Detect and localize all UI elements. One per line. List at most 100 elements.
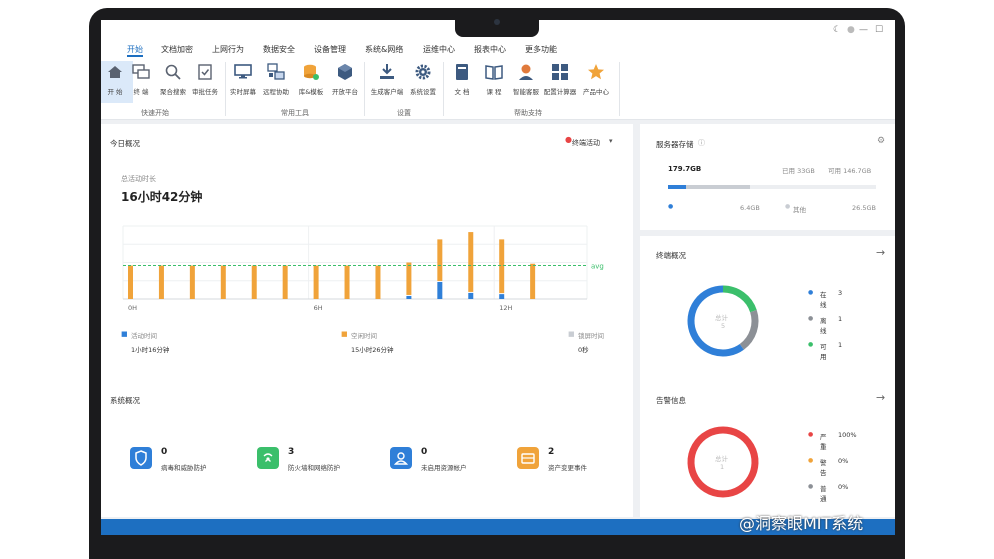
shield-icon [135, 450, 147, 466]
bar-idle [437, 239, 443, 281]
ribbon-settings-label: 系统设置 [410, 88, 436, 96]
storage-free: 可用 146.7GB [828, 167, 872, 175]
ribbon-docs-button[interactable]: 文 档 [444, 61, 480, 103]
menu-item-data-security[interactable]: 数据安全 [263, 44, 295, 55]
terminal-icon [132, 64, 150, 79]
bar-idle [251, 265, 257, 299]
chevron-down-icon[interactable]: ▾ [609, 137, 613, 145]
wifi-icon [263, 453, 273, 462]
ribbon-calculator-button[interactable]: 配置计算器 [542, 61, 578, 103]
window-control-dot[interactable]: ● [847, 25, 855, 35]
legend-available-dot: ● [808, 341, 814, 348]
search-icon [165, 64, 181, 80]
gear-icon[interactable]: ⚙ [877, 136, 885, 146]
legend-available-value: 1 [838, 341, 843, 349]
status-dot-icon: ● [565, 135, 572, 144]
asset-change-label[interactable]: 资产变更事件 [548, 462, 587, 472]
asset-change-count: 2 [548, 447, 555, 457]
ribbon-live-screen-button[interactable]: 实时屏幕 [225, 61, 261, 103]
ribbon-library-button[interactable]: 库&模板 [293, 61, 329, 103]
bar-idle [468, 232, 474, 292]
menu-item-doc-encryption[interactable]: 文档加密 [161, 44, 193, 55]
firewall-count: 3 [288, 447, 295, 457]
terminal-overview-title: 终端概况 [656, 251, 686, 260]
total-duration-value: 16小时42分钟 [121, 190, 203, 204]
asset-change-tile[interactable] [517, 447, 539, 469]
star-icon [588, 64, 604, 80]
legend-offline-label: 离线 [820, 317, 827, 335]
download-icon [380, 64, 394, 79]
user-icon [393, 452, 409, 465]
ribbon-remote-button[interactable]: 远程协助 [258, 61, 294, 103]
ribbon-gen-client-button[interactable]: 生成客户端 [369, 61, 405, 103]
legend-lock-label: 锁屏时间 [578, 332, 604, 340]
legend-critical-dot: ● [808, 431, 814, 438]
storage-used: 已用 33GB [782, 167, 815, 175]
ribbon-docs-label: 文 档 [454, 88, 470, 96]
ribbon-approval-button[interactable]: 审批任务 [187, 61, 223, 103]
bar-active [437, 281, 443, 299]
virus-protection-tile[interactable] [130, 447, 152, 469]
firewall-tile[interactable] [257, 447, 279, 469]
menu-item-system-network[interactable]: 系统&网络 [365, 44, 403, 55]
camera-icon [494, 19, 500, 25]
ribbon-settings-button[interactable]: 系统设置 [405, 61, 441, 103]
storage-progress-track [668, 185, 876, 189]
bar-idle [189, 265, 195, 299]
menu-item-device-mgmt[interactable]: 设备管理 [314, 44, 346, 55]
ribbon-library-label: 库&模板 [298, 88, 324, 96]
menu-item-report-center[interactable]: 报表中心 [474, 44, 506, 55]
arrow-right-icon[interactable]: → [876, 246, 885, 259]
gear-icon [415, 64, 431, 80]
ribbon-search-button[interactable]: 聚合搜索 [155, 61, 191, 103]
theme-moon-icon[interactable]: ☾ [833, 25, 841, 35]
ribbon-service-label: 智能客服 [513, 88, 539, 96]
document-icon [456, 64, 468, 80]
resource-account-label[interactable]: 未启用资源帐户 [421, 462, 467, 472]
minimize-icon[interactable]: — [859, 25, 868, 35]
x-tick-label: 6H [314, 304, 323, 312]
legend-idle-label: 空闲时间 [351, 332, 377, 340]
today-overview-card: 今日概况 ● 终端活动 ▾ 总活动时长 16小时42分钟 avg 0H 6H 12H 1… [101, 124, 633, 396]
laptop-bezel [101, 535, 895, 559]
legend-warning-dot: ● [808, 457, 814, 464]
terminal-status-select[interactable]: 终端活动 [572, 138, 600, 148]
storage-row-dot: ● [785, 203, 791, 210]
ribbon-live-screen-label: 实时屏幕 [230, 88, 256, 96]
alerts-total-label: 总计 [715, 455, 728, 463]
ribbon-open-platform-label: 开放平台 [332, 88, 358, 96]
agent-icon [519, 64, 533, 80]
menu-item-start[interactable]: 开始 [127, 44, 143, 55]
storage-progress-fill [668, 185, 751, 189]
x-tick-label: 12H [499, 304, 512, 312]
ribbon-product-center-label: 产品中心 [583, 88, 609, 96]
arrow-right-icon[interactable]: → [876, 391, 885, 404]
menu-item-ops-center[interactable]: 运维中心 [423, 44, 455, 55]
ribbon-product-center-button[interactable]: 产品中心 [578, 61, 614, 103]
menu-item-more[interactable]: 更多功能 [525, 44, 557, 55]
group-label-settings: 设置 [397, 109, 411, 117]
info-icon[interactable]: ⓘ [698, 138, 705, 148]
resource-account-tile[interactable] [390, 447, 412, 469]
approval-icon [198, 64, 212, 80]
system-overview-card: 系统概况 0 病毒和威胁防护 3 防火墙和网络防护 0 未启用资源帐户 2 资产… [101, 381, 633, 517]
ribbon-courses-button[interactable]: 课 程 [476, 61, 512, 103]
donut-slice [722, 285, 757, 313]
maximize-icon[interactable]: ☐ [875, 25, 883, 35]
legend-critical-value: 100% [838, 431, 857, 439]
monitor-icon [234, 64, 252, 79]
ribbon-open-platform-button[interactable]: 开放平台 [327, 61, 363, 103]
group-label-quickstart: 快速开始 [141, 109, 169, 117]
activity-bar-chart: avg0H6H12H18H [122, 225, 604, 312]
virus-protection-count: 0 [161, 447, 168, 457]
total-duration-label: 总活动时长 [121, 175, 156, 183]
ribbon-service-button[interactable]: 智能客服 [508, 61, 544, 103]
storage-row-value-2: 26.5GB [852, 204, 876, 212]
legend-normal-value: 0% [838, 483, 849, 491]
menu-item-web-behavior[interactable]: 上网行为 [212, 44, 244, 55]
virus-protection-label[interactable]: 病毒和威胁防护 [161, 462, 207, 472]
firewall-label[interactable]: 防火墙和网络防护 [288, 462, 340, 472]
ribbon-courses-label: 课 程 [486, 88, 502, 96]
ribbon-terminal-button[interactable]: 终 端 [123, 61, 159, 103]
legend-normal-dot: ● [808, 483, 814, 490]
